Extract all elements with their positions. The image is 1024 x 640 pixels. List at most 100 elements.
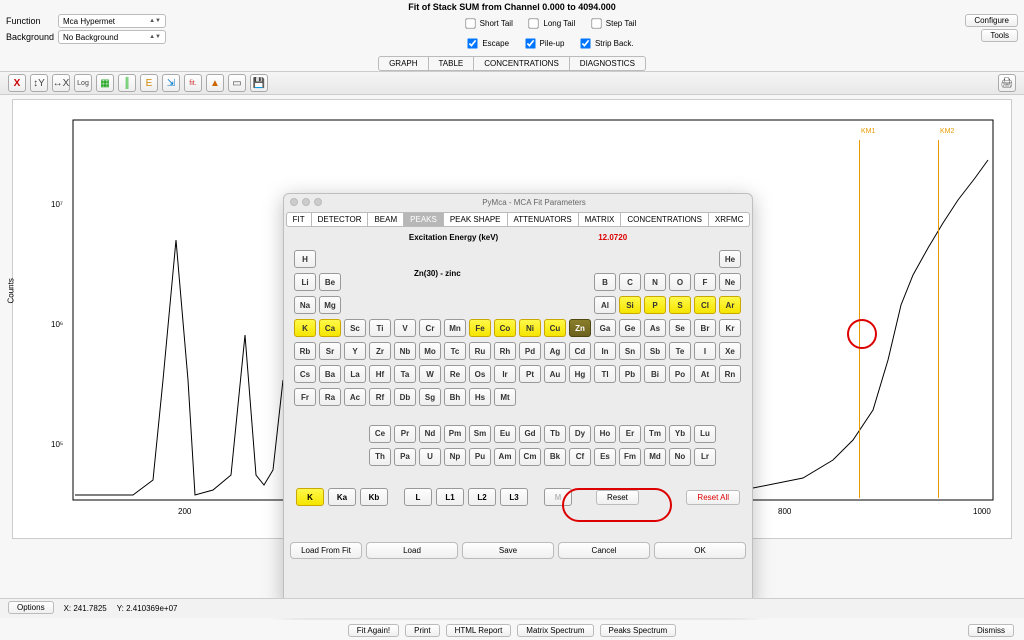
element-n[interactable]: N	[644, 273, 666, 291]
element-s[interactable]: S	[669, 296, 691, 314]
element-pd[interactable]: Pd	[519, 342, 541, 360]
element-fr[interactable]: Fr	[294, 388, 316, 406]
element-cu[interactable]: Cu	[544, 319, 566, 337]
element-re[interactable]: Re	[444, 365, 466, 383]
element-ca[interactable]: Ca	[319, 319, 341, 337]
save-icon[interactable]: 💾	[250, 74, 268, 92]
grid-icon[interactable]: ▦	[96, 74, 114, 92]
maximize-icon[interactable]	[314, 198, 322, 206]
element-lu[interactable]: Lu	[694, 425, 716, 443]
element-cr[interactable]: Cr	[419, 319, 441, 337]
element-sb[interactable]: Sb	[644, 342, 666, 360]
element-hf[interactable]: Hf	[369, 365, 391, 383]
dialog-tab-xrfmc[interactable]: XRFMC	[709, 212, 750, 227]
element-bk[interactable]: Bk	[544, 448, 566, 466]
element-eu[interactable]: Eu	[494, 425, 516, 443]
element-er[interactable]: Er	[619, 425, 641, 443]
element-tb[interactable]: Tb	[544, 425, 566, 443]
pileup-checkbox[interactable]	[525, 38, 535, 48]
element-nd[interactable]: Nd	[419, 425, 441, 443]
element-be[interactable]: Be	[319, 273, 341, 291]
element-po[interactable]: Po	[669, 365, 691, 383]
element-pm[interactable]: Pm	[444, 425, 466, 443]
element-tm[interactable]: Tm	[644, 425, 666, 443]
energy-icon[interactable]: E	[140, 74, 158, 92]
escape-checkbox[interactable]	[468, 38, 478, 48]
element-pt[interactable]: Pt	[519, 365, 541, 383]
element-in[interactable]: In	[594, 342, 616, 360]
element-pr[interactable]: Pr	[394, 425, 416, 443]
element-mn[interactable]: Mn	[444, 319, 466, 337]
shell-kb[interactable]: Kb	[360, 488, 388, 506]
close-x-icon[interactable]: X	[8, 74, 26, 92]
element-ta[interactable]: Ta	[394, 365, 416, 383]
element-zn[interactable]: Zn	[569, 319, 591, 337]
element-o[interactable]: O	[669, 273, 691, 291]
element-h[interactable]: H	[294, 250, 316, 268]
save-button[interactable]: Save	[462, 542, 554, 559]
element-ti[interactable]: Ti	[369, 319, 391, 337]
element-ag[interactable]: Ag	[544, 342, 566, 360]
element-sc[interactable]: Sc	[344, 319, 366, 337]
element-tl[interactable]: Tl	[594, 365, 616, 383]
element-ga[interactable]: Ga	[594, 319, 616, 337]
print-icon[interactable]: 🖨	[998, 74, 1016, 92]
element-si[interactable]: Si	[619, 296, 641, 314]
element-ba[interactable]: Ba	[319, 365, 341, 383]
element-cd[interactable]: Cd	[569, 342, 591, 360]
element-se[interactable]: Se	[669, 319, 691, 337]
fit-again--button[interactable]: Fit Again!	[348, 624, 399, 637]
load-from-fit-button[interactable]: Load From Fit	[290, 542, 362, 559]
element-pu[interactable]: Pu	[469, 448, 491, 466]
html-report-button[interactable]: HTML Report	[446, 624, 512, 637]
element-ru[interactable]: Ru	[469, 342, 491, 360]
dialog-tab-peak-shape[interactable]: PEAK SHAPE	[444, 212, 508, 227]
element-co[interactable]: Co	[494, 319, 516, 337]
element-es[interactable]: Es	[594, 448, 616, 466]
reset-all-button[interactable]: Reset All	[686, 490, 740, 505]
element-cf[interactable]: Cf	[569, 448, 591, 466]
element-nb[interactable]: Nb	[394, 342, 416, 360]
element-ra[interactable]: Ra	[319, 388, 341, 406]
log-icon[interactable]: Log	[74, 74, 92, 92]
element-pa[interactable]: Pa	[394, 448, 416, 466]
shell-l1[interactable]: L1	[436, 488, 464, 506]
element-lr[interactable]: Lr	[694, 448, 716, 466]
element-gd[interactable]: Gd	[519, 425, 541, 443]
element-os[interactable]: Os	[469, 365, 491, 383]
shell-l2[interactable]: L2	[468, 488, 496, 506]
element-xe[interactable]: Xe	[719, 342, 741, 360]
element-u[interactable]: U	[419, 448, 441, 466]
select-icon[interactable]: ▭	[228, 74, 246, 92]
element-ac[interactable]: Ac	[344, 388, 366, 406]
element-ne[interactable]: Ne	[719, 273, 741, 291]
element-tc[interactable]: Tc	[444, 342, 466, 360]
element-rf[interactable]: Rf	[369, 388, 391, 406]
dialog-tab-matrix[interactable]: MATRIX	[579, 212, 622, 227]
element-np[interactable]: Np	[444, 448, 466, 466]
main-tab-graph[interactable]: GRAPH	[379, 57, 428, 70]
element-la[interactable]: La	[344, 365, 366, 383]
element-na[interactable]: Na	[294, 296, 316, 314]
dialog-tab-concentrations[interactable]: CONCENTRATIONS	[621, 212, 709, 227]
strip-back-checkbox[interactable]	[580, 38, 590, 48]
close-icon[interactable]	[290, 198, 298, 206]
main-tab-concentrations[interactable]: CONCENTRATIONS	[474, 57, 570, 70]
x-arrow-icon[interactable]: ↔X	[52, 74, 70, 92]
stats-icon[interactable]: ▲	[206, 74, 224, 92]
element-mo[interactable]: Mo	[419, 342, 441, 360]
element-sg[interactable]: Sg	[419, 388, 441, 406]
matrix-spectrum-button[interactable]: Matrix Spectrum	[517, 624, 593, 637]
dismiss-button[interactable]: Dismiss	[968, 624, 1014, 637]
element-v[interactable]: V	[394, 319, 416, 337]
configure-button[interactable]: Configure	[965, 14, 1018, 27]
load-button[interactable]: Load	[366, 542, 458, 559]
element-ge[interactable]: Ge	[619, 319, 641, 337]
element-rh[interactable]: Rh	[494, 342, 516, 360]
main-tab-diagnostics[interactable]: DIAGNOSTICS	[570, 57, 645, 70]
y-arrow-icon[interactable]: ↕Y	[30, 74, 48, 92]
element-db[interactable]: Db	[394, 388, 416, 406]
long-tail-checkbox[interactable]	[529, 18, 539, 28]
element-pb[interactable]: Pb	[619, 365, 641, 383]
shell-l[interactable]: L	[404, 488, 432, 506]
